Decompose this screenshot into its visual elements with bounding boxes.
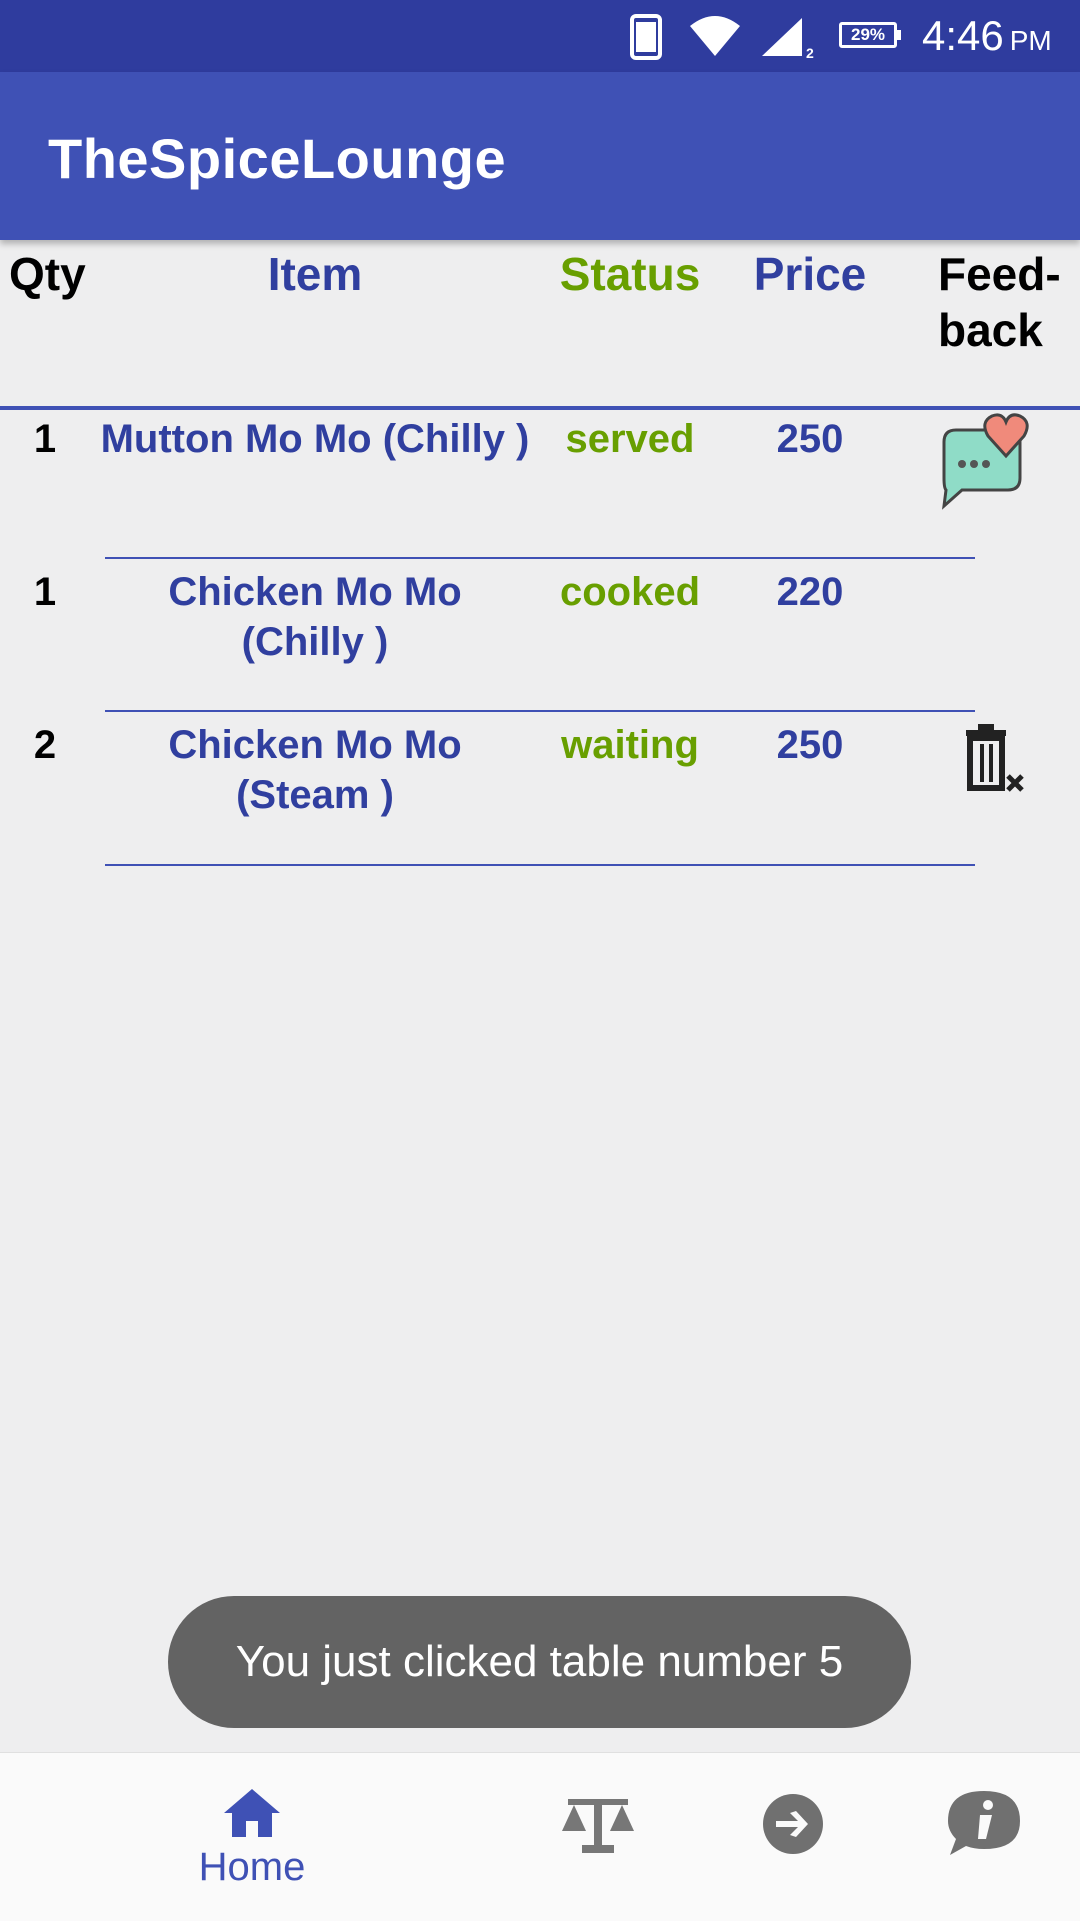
feedback-icon[interactable] [938, 412, 1038, 512]
wifi-icon [690, 16, 740, 56]
row-item: Mutton Mo Mo (Chilly ) [100, 417, 530, 461]
clock-ampm: PM [1009, 25, 1052, 56]
header-divider [0, 406, 1080, 410]
header-status: Status [559, 248, 701, 300]
scales-icon[interactable] [560, 1791, 636, 1855]
arrow-right-icon[interactable] [762, 1793, 824, 1855]
row-price: 220 [776, 570, 844, 614]
app-bar: TheSpiceLounge [0, 72, 1080, 240]
home-icon [224, 1789, 280, 1837]
row-status: served [565, 417, 695, 461]
row-status: waiting [561, 723, 699, 767]
battery-nub [897, 30, 901, 40]
table-row[interactable]: 1 Chicken Mo Mo (Chilly ) cooked 220 [0, 565, 1080, 717]
row-qty: 1 [33, 417, 57, 461]
svg-text:2: 2 [806, 45, 814, 60]
toast-message: You just clicked table number 5 [168, 1596, 911, 1728]
delete-icon[interactable] [962, 724, 1028, 796]
table-row[interactable]: 1 Mutton Mo Mo (Chilly ) served 250 [0, 412, 1080, 564]
row-price: 250 [776, 417, 844, 461]
row-qty: 2 [33, 723, 57, 767]
header-qty: Qty [9, 248, 86, 300]
battery-icon: 29% [839, 22, 897, 48]
status-bar: 2 29% 4:46 PM [0, 0, 1080, 72]
header-item: Item [267, 248, 363, 300]
row-item: Chicken Mo Mo (Steam ) [168, 723, 462, 817]
row-divider [105, 864, 975, 866]
table-row[interactable]: 2 Chicken Mo Mo (Steam ) waiting 250 [0, 718, 1080, 870]
phone-icon [630, 14, 662, 60]
row-price: 250 [776, 723, 844, 767]
nav-home[interactable]: Home [188, 1777, 316, 1907]
row-item: Chicken Mo Mo (Chilly ) [168, 570, 462, 664]
row-status: cooked [559, 570, 701, 614]
app-title: TheSpiceLounge [48, 127, 507, 190]
clock: 4:46 PM [922, 12, 1052, 65]
bottom-navigation: Home [0, 1752, 1080, 1921]
row-divider [105, 557, 975, 559]
header-price: Price [753, 248, 867, 300]
row-divider [105, 710, 975, 712]
signal-icon: 2 [762, 18, 814, 60]
info-icon[interactable] [946, 1789, 1022, 1859]
nav-home-label: Home [198, 1845, 306, 1889]
clock-time: 4:46 [922, 12, 1004, 59]
row-qty: 1 [33, 570, 57, 614]
header-feedback: Feed-back [938, 248, 1061, 356]
